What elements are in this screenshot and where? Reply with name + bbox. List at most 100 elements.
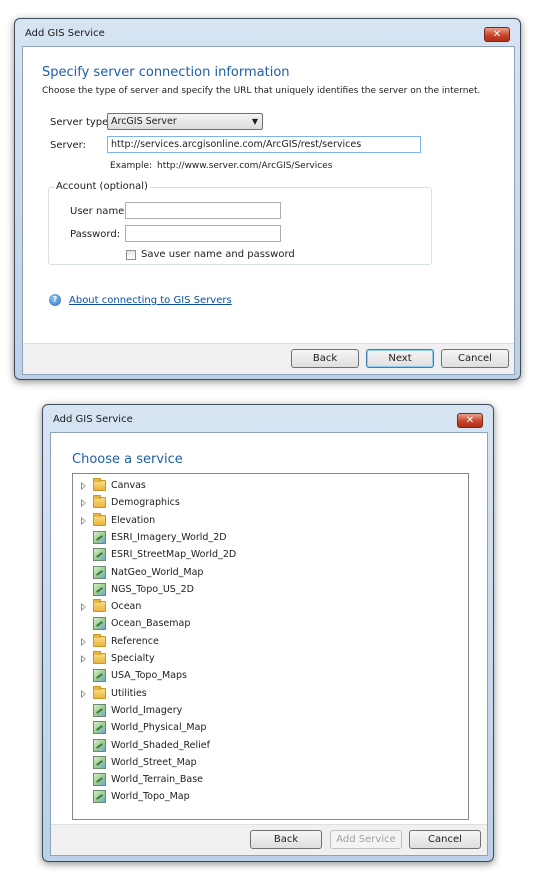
add-service-button[interactable]: Add Service bbox=[330, 830, 402, 849]
folder-icon bbox=[93, 478, 106, 491]
tree-item-usa-topo-maps[interactable]: USA_Topo_Maps bbox=[73, 668, 453, 685]
map-service-icon bbox=[93, 755, 106, 769]
title-bar: Add GIS Service ✕ bbox=[23, 25, 512, 45]
map-service-icon bbox=[93, 669, 106, 683]
back-button[interactable]: Back bbox=[250, 830, 322, 849]
expand-arrow-icon[interactable] bbox=[81, 655, 86, 663]
account-group-label: Account (optional) bbox=[54, 181, 150, 192]
save-credentials-checkbox[interactable] bbox=[126, 250, 136, 260]
tree-item-world-physical-map[interactable]: World_Physical_Map bbox=[73, 720, 453, 737]
tree-item-label: Specialty bbox=[111, 653, 155, 664]
cancel-button[interactable]: Cancel bbox=[441, 349, 509, 368]
title-bar: Add GIS Service ✕ bbox=[51, 411, 485, 431]
password-label: Password: bbox=[70, 229, 121, 240]
tree-item-label: Demographics bbox=[111, 497, 180, 509]
folder-icon bbox=[93, 651, 106, 664]
tree-item-esri-streetmap-world-2d[interactable]: ESRI_StreetMap_World_2D bbox=[73, 547, 453, 564]
tree-item-label: USA_Topo_Maps bbox=[111, 670, 187, 682]
tree-item-label: World_Imagery bbox=[111, 704, 183, 716]
dropdown-arrow-icon: ▼ bbox=[251, 117, 258, 126]
expand-arrow-icon[interactable] bbox=[81, 499, 86, 508]
tree-item-canvas[interactable]: Canvas bbox=[73, 478, 453, 495]
tree-item-label: Ocean bbox=[111, 601, 142, 613]
map-service-icon bbox=[93, 582, 106, 596]
window-title: Add GIS Service bbox=[25, 28, 105, 39]
tree-item-utilities[interactable]: Utilities bbox=[73, 685, 453, 703]
folder-icon bbox=[93, 599, 106, 613]
page-heading: Specify server connection information bbox=[42, 65, 290, 80]
close-button[interactable]: ✕ bbox=[484, 27, 510, 42]
map-service-icon bbox=[93, 548, 106, 562]
tree-item-world-street-map[interactable]: World_Street_Map bbox=[73, 755, 453, 772]
tree-item-label: World_Physical_Map bbox=[111, 722, 207, 734]
service-tree[interactable]: Canvas Demographics Elevation ESRI_Imagery_… bbox=[72, 473, 469, 820]
button-bar: Back Add Service Cancel bbox=[51, 824, 487, 855]
tree-item-label: ESRI_StreetMap_World_2D bbox=[111, 549, 237, 561]
tree-item-label: Canvas bbox=[111, 480, 146, 491]
map-service-icon bbox=[93, 617, 106, 631]
expand-arrow-icon[interactable] bbox=[81, 516, 86, 525]
map-service-icon bbox=[93, 721, 106, 735]
map-service-icon bbox=[93, 790, 106, 804]
tree-item-ngs-topo-us-2d[interactable]: NGS_Topo_US_2D bbox=[73, 582, 453, 599]
server-type-label: Server type: bbox=[50, 117, 112, 128]
expand-arrow-icon[interactable] bbox=[81, 637, 86, 646]
page-heading: Choose a service bbox=[72, 452, 183, 467]
close-button[interactable]: ✕ bbox=[457, 413, 483, 428]
tree-item-label: NatGeo_World_Map bbox=[111, 566, 204, 578]
tree-item-world-shaded-relief[interactable]: World_Shaded_Relief bbox=[73, 738, 453, 755]
tree-item-world-topo-map[interactable]: World_Topo_Map bbox=[73, 789, 453, 806]
tree-item-label: World_Terrain_Base bbox=[111, 774, 204, 786]
map-service-icon bbox=[93, 565, 106, 579]
tree-item-world-terrain-base[interactable]: World_Terrain_Base bbox=[73, 772, 453, 789]
tree-item-label: World_Shaded_Relief bbox=[111, 739, 210, 751]
password-input[interactable] bbox=[125, 225, 281, 242]
next-button[interactable]: Next bbox=[366, 349, 434, 368]
tree-item-label: ESRI_Imagery_World_2D bbox=[111, 531, 227, 543]
window-title: Add GIS Service bbox=[53, 414, 133, 425]
save-credentials-label[interactable]: Save user name and password bbox=[141, 249, 295, 260]
dialog-client-area: Specify server connection information Ch… bbox=[22, 46, 515, 375]
expand-arrow-icon[interactable] bbox=[81, 603, 86, 612]
server-type-value: ArcGIS Server bbox=[111, 116, 177, 127]
tree-item-elevation[interactable]: Elevation bbox=[73, 512, 453, 530]
map-service-icon bbox=[93, 773, 106, 787]
page-description: Choose the type of server and specify th… bbox=[42, 86, 481, 96]
add-gis-service-dialog-step2: Add GIS Service ✕ Choose a service Canva… bbox=[42, 404, 494, 862]
server-url-input[interactable]: http://services.arcgisonline.com/ArcGIS/… bbox=[107, 136, 421, 153]
cancel-button[interactable]: Cancel bbox=[409, 830, 481, 849]
expand-arrow-icon[interactable] bbox=[81, 482, 86, 490]
map-service-icon bbox=[93, 738, 106, 752]
tree-item-label: Utilities bbox=[111, 687, 147, 699]
tree-item-natgeo-world-map[interactable]: NatGeo_World_Map bbox=[73, 565, 453, 582]
tree-item-label: NGS_Topo_US_2D bbox=[111, 583, 194, 595]
expand-arrow-icon[interactable] bbox=[81, 689, 86, 698]
example-url: http://www.server.com/ArcGIS/Services bbox=[157, 161, 333, 171]
tree-item-esri-imagery-world-2d[interactable]: ESRI_Imagery_World_2D bbox=[73, 530, 453, 547]
help-icon[interactable]: ? bbox=[49, 294, 61, 306]
tree-item-label: Elevation bbox=[111, 514, 156, 526]
tree-item-reference[interactable]: Reference bbox=[73, 633, 453, 651]
add-gis-service-dialog-step1: Add GIS Service ✕ Specify server connect… bbox=[14, 18, 521, 380]
server-type-dropdown[interactable]: ArcGIS Server ▼ bbox=[107, 113, 263, 130]
tree-item-label: World_Topo_Map bbox=[111, 791, 190, 803]
map-service-icon bbox=[93, 703, 106, 717]
map-service-icon bbox=[93, 530, 106, 544]
tree-item-world-imagery[interactable]: World_Imagery bbox=[73, 703, 453, 720]
back-button[interactable]: Back bbox=[291, 349, 359, 368]
folder-icon bbox=[93, 512, 106, 526]
username-input[interactable] bbox=[125, 202, 281, 219]
folder-icon bbox=[93, 495, 106, 509]
button-bar: Back Next Cancel bbox=[23, 343, 514, 374]
tree-item-specialty[interactable]: Specialty bbox=[73, 651, 453, 668]
tree-item-label: Reference bbox=[111, 635, 159, 647]
folder-icon bbox=[93, 633, 106, 647]
tree-item-demographics[interactable]: Demographics bbox=[73, 495, 453, 512]
tree-item-label: Ocean_Basemap bbox=[111, 618, 191, 630]
example-label: Example: bbox=[110, 161, 153, 171]
tree-item-ocean-basemap[interactable]: Ocean_Basemap bbox=[73, 616, 453, 633]
help-link[interactable]: About connecting to GIS Servers bbox=[69, 295, 232, 306]
tree-item-ocean[interactable]: Ocean bbox=[73, 599, 453, 616]
tree-item-label: World_Street_Map bbox=[111, 756, 197, 768]
folder-icon bbox=[93, 685, 106, 699]
